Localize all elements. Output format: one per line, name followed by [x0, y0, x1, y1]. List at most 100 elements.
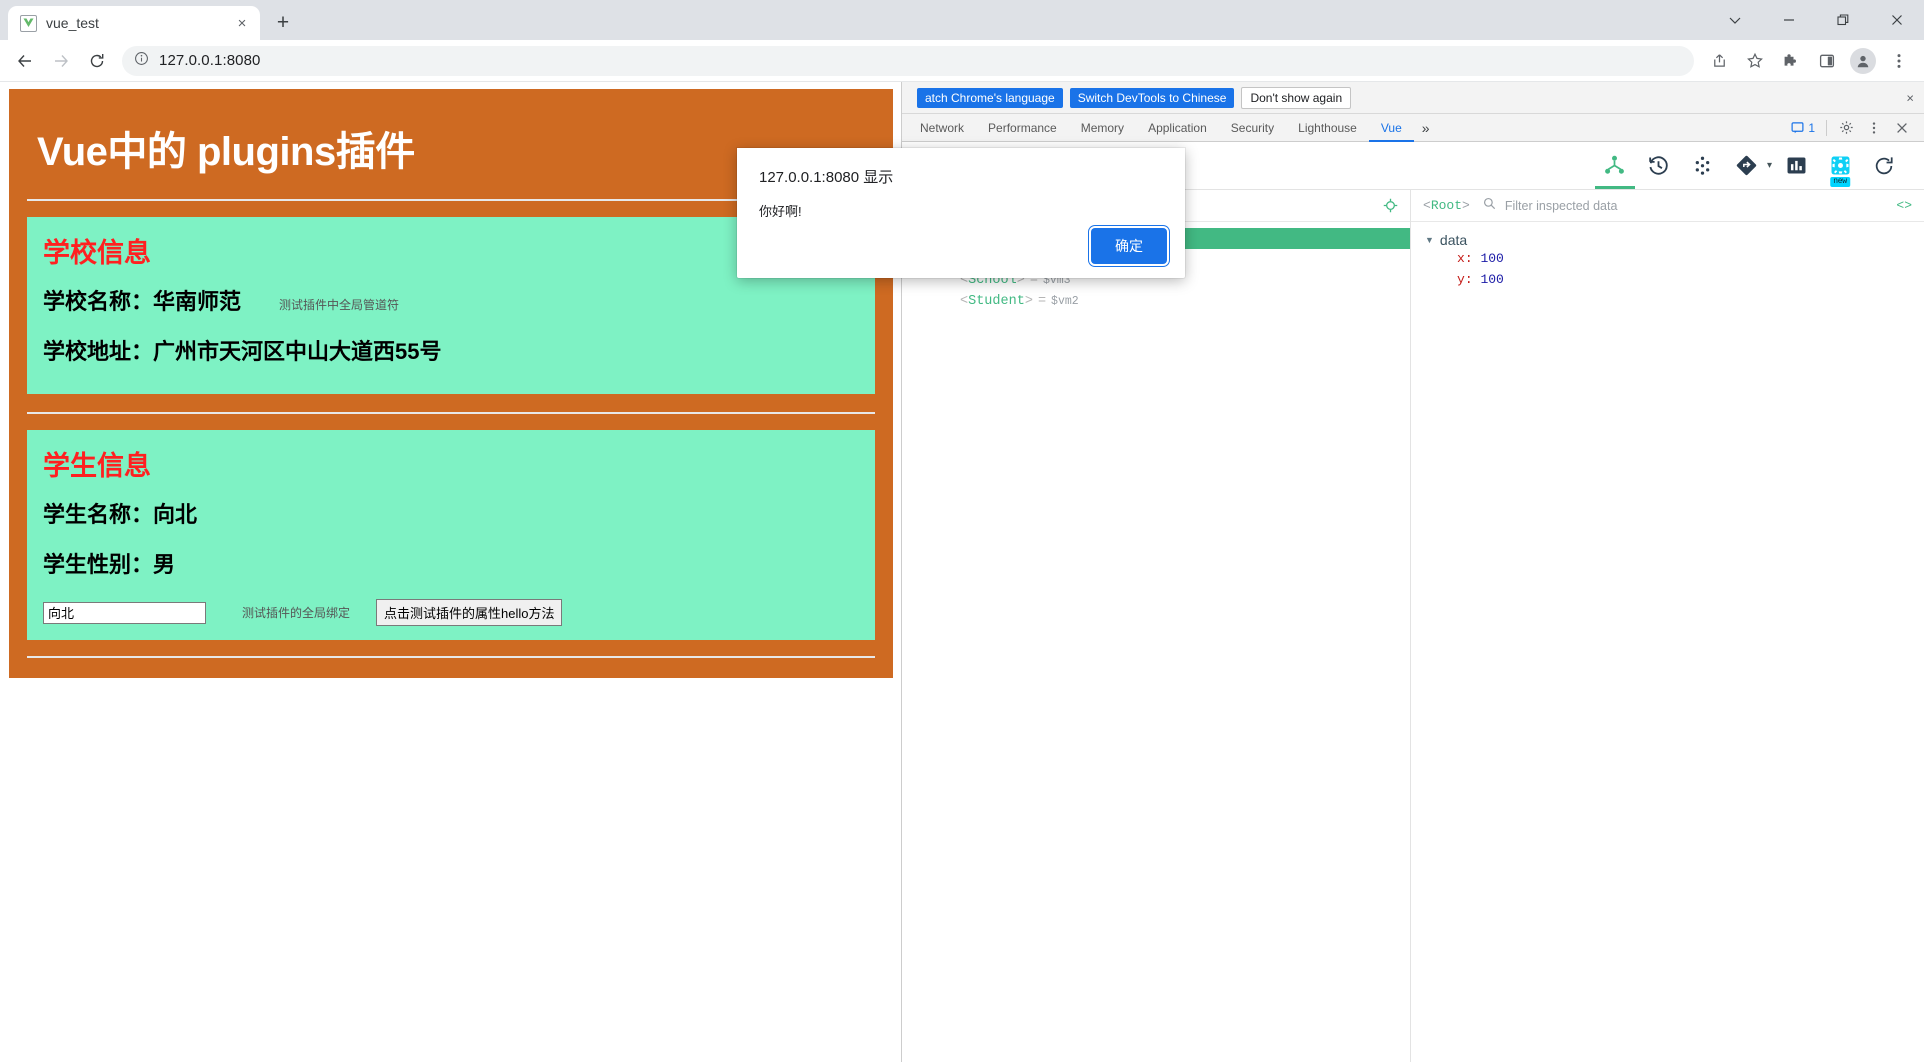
student-gender-value: 男	[153, 552, 176, 577]
devtools-language-notice: atch Chrome's language Switch DevTools t…	[902, 82, 1924, 114]
student-controls-row: 测试插件的全局绑定 点击测试插件的属性hello方法	[43, 597, 859, 630]
school-address-label: 学校地址：	[43, 339, 154, 364]
inspected-data-filter-placeholder[interactable]: Filter inspected data	[1505, 199, 1618, 213]
component-tree-pane: Filter components ▼ <Root> = $vm0	[902, 190, 1411, 1062]
window-controls	[1708, 0, 1924, 40]
forward-arrow-icon[interactable]	[44, 44, 78, 78]
school-address-row: 学校地址： 广州市天河区中山大道西55号	[43, 334, 859, 366]
chevron-down-icon[interactable]	[1708, 0, 1762, 40]
devtools-tab-application[interactable]: Application	[1136, 114, 1219, 142]
student-heading: 学生信息	[43, 451, 151, 481]
dont-show-again-button[interactable]: Don't show again	[1241, 86, 1352, 109]
tree-node-tag: Student	[968, 294, 1025, 309]
school-name-row: 学校名称： 华南师范 测试插件中全局管道符	[43, 284, 859, 316]
inspected-data-pane: <Root> Filter inspected data <> ▼ data x…	[1411, 190, 1924, 1062]
address-bar-url: 127.0.0.1:8080	[159, 52, 261, 69]
devtools-tab-memory[interactable]: Memory	[1069, 114, 1136, 142]
school-address-value: 广州市天河区中山大道西55号	[153, 339, 442, 364]
routes-diamond-icon[interactable]	[1727, 143, 1767, 189]
school-name-value: 华南师范	[153, 289, 242, 314]
profile-avatar-icon[interactable]	[1846, 44, 1880, 78]
data-entry-value[interactable]: 100	[1480, 272, 1503, 287]
three-dot-menu-icon[interactable]	[1862, 116, 1886, 140]
restore-icon[interactable]	[1816, 0, 1870, 40]
address-bar[interactable]: 127.0.0.1:8080	[122, 45, 1694, 76]
inspected-component-tag: <Root>	[1423, 198, 1470, 213]
devtools-tab-performance[interactable]: Performance	[976, 114, 1069, 142]
devtools-tab-lighthouse[interactable]: Lighthouse	[1286, 114, 1369, 142]
code-brackets-icon[interactable]: <>	[1896, 198, 1912, 213]
test-hello-method-button[interactable]: 点击测试插件的属性hello方法	[376, 599, 563, 626]
tab-strip: vue_test × +	[0, 0, 1924, 40]
tab-close-icon[interactable]: ×	[232, 13, 252, 33]
tree-node-student[interactable]: < Student > = $vm2	[902, 291, 1410, 312]
tabbar-divider	[1826, 119, 1827, 136]
devtools-tab-network[interactable]: Network	[908, 114, 976, 142]
data-group-row[interactable]: ▼ data	[1411, 232, 1924, 248]
refresh-icon[interactable]	[1864, 143, 1904, 189]
inspected-data-filter-bar: <Root> Filter inspected data <>	[1411, 190, 1924, 222]
performance-bars-icon[interactable]	[1776, 143, 1816, 189]
timeline-history-icon[interactable]	[1639, 143, 1679, 189]
chrome-browser-window: vue_test × + 127.0.0.1:8080 Vue中的 plugin…	[0, 0, 1924, 1062]
vuex-dots-icon[interactable]	[1683, 143, 1723, 189]
section-divider	[27, 412, 875, 414]
student-gender-label: 学生性别：	[43, 552, 154, 577]
data-entry-value[interactable]: 100	[1480, 251, 1503, 266]
student-name-label: 学生名称：	[43, 502, 154, 527]
match-chrome-language-button[interactable]: atch Chrome's language	[917, 87, 1063, 108]
tree-node-equals: =	[1037, 294, 1047, 309]
data-entry-key: x	[1457, 251, 1465, 266]
back-arrow-icon[interactable]	[8, 44, 42, 78]
new-tab-button[interactable]: +	[266, 6, 300, 40]
toolbar-right-icons	[1702, 44, 1916, 78]
data-entry-x: x: 100	[1457, 251, 1504, 266]
content-area: Vue中的 plugins插件 学校信息 学校名称： 华南师范 测试插件中全局管…	[0, 82, 1924, 1062]
settings-gear-icon[interactable]: new	[1820, 143, 1860, 189]
school-name-label: 学校名称：	[43, 289, 154, 314]
reload-icon[interactable]	[80, 44, 114, 78]
alert-message-text: 你好啊!	[759, 204, 802, 219]
browser-tab-vue-test[interactable]: vue_test ×	[8, 6, 260, 40]
puzzle-icon[interactable]	[1774, 44, 1808, 78]
expand-arrow-icon[interactable]: ▼	[1425, 235, 1434, 245]
minimize-icon[interactable]	[1762, 0, 1816, 40]
gear-icon[interactable]	[1834, 116, 1858, 140]
info-circle-icon[interactable]	[134, 51, 149, 71]
close-icon[interactable]	[1890, 116, 1914, 140]
data-entry-y: y: 100	[1457, 272, 1504, 287]
search-icon	[1483, 197, 1496, 215]
share-icon[interactable]	[1702, 44, 1736, 78]
devtools-message-badge[interactable]: 1	[1787, 121, 1819, 135]
javascript-alert-dialog: 127.0.0.1:8080 显示 你好啊! 确定	[737, 148, 1185, 278]
target-crosshair-icon[interactable]	[1383, 198, 1398, 213]
notice-close-icon[interactable]: ×	[1906, 90, 1914, 105]
star-icon[interactable]	[1738, 44, 1772, 78]
student-name-value: 向北	[153, 502, 198, 527]
devtools-tab-security[interactable]: Security	[1219, 114, 1286, 142]
component-tree-icon[interactable]	[1595, 143, 1635, 189]
browser-toolbar: 127.0.0.1:8080	[0, 40, 1924, 82]
data-entry-key: y	[1457, 272, 1465, 287]
school-name-note: 测试插件中全局管道符	[279, 298, 400, 312]
data-group-label: data	[1439, 232, 1468, 248]
bottom-divider	[27, 656, 875, 658]
alert-actions: 确定	[1091, 228, 1167, 264]
tree-node-vm: $vm2	[1051, 295, 1079, 308]
student-name-input[interactable]	[43, 601, 206, 624]
inspected-data-list: ▼ data x: 100 y: 100	[1411, 222, 1924, 290]
vue-logo-icon	[20, 14, 37, 32]
vue-devtools-body: Filter components ▼ <Root> = $vm0	[902, 190, 1924, 1062]
devtools-tab-vue[interactable]: Vue	[1369, 114, 1414, 142]
student-card: 学生信息 学生名称： 向北 学生性别： 男 测试插件的全局绑定 点击测试插件的属…	[27, 430, 875, 640]
devtools-tab-bar: Network Performance Memory Application S…	[902, 114, 1924, 142]
chevron-down-icon[interactable]: ▾	[1767, 160, 1772, 171]
student-input-note: 测试插件的全局绑定	[242, 606, 351, 620]
close-icon[interactable]	[1870, 0, 1924, 40]
alert-ok-button[interactable]: 确定	[1091, 228, 1167, 264]
switch-devtools-to-chinese-button[interactable]: Switch DevTools to Chinese	[1069, 87, 1235, 108]
side-panel-icon[interactable]	[1810, 44, 1844, 78]
three-dot-menu-icon[interactable]	[1882, 44, 1916, 78]
devtools-more-tabs-icon[interactable]: »	[1414, 114, 1438, 142]
devtools-tabbar-right: 1	[1787, 116, 1918, 140]
